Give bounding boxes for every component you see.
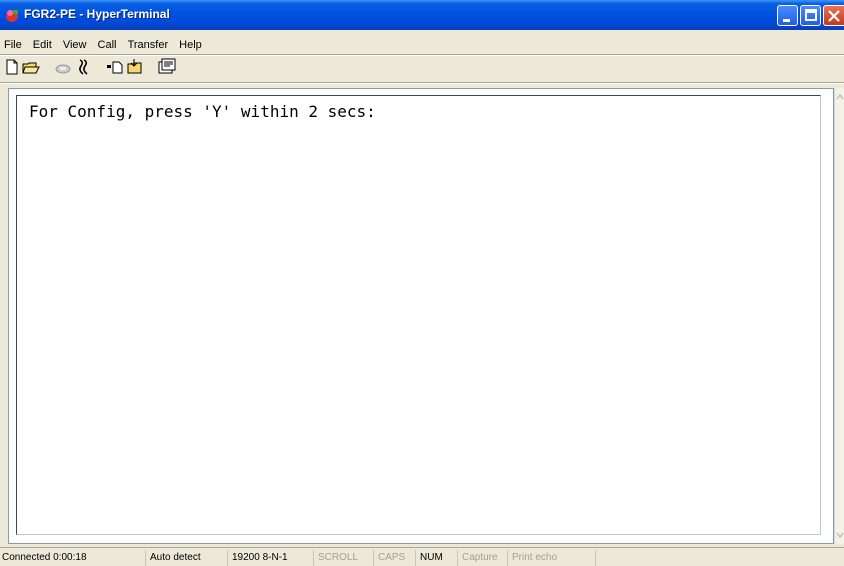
- send-button[interactable]: [106, 58, 124, 76]
- menu-file[interactable]: File: [0, 37, 26, 53]
- status-capture: Capture: [460, 550, 508, 566]
- terminal-window[interactable]: For Config, press 'Y' within 2 secs:: [16, 95, 821, 535]
- status-connected: Connected 0:00:18: [0, 550, 146, 566]
- menu-call[interactable]: Call: [94, 37, 121, 53]
- vertical-scrollbar[interactable]: [834, 88, 844, 544]
- call-button[interactable]: [54, 58, 72, 76]
- new-button[interactable]: [4, 58, 22, 76]
- status-scroll: SCROLL: [316, 550, 374, 566]
- menu-view[interactable]: View: [59, 37, 91, 53]
- menu-transfer[interactable]: Transfer: [124, 37, 173, 53]
- maximize-icon: [805, 9, 817, 21]
- scroll-up-icon[interactable]: [835, 90, 844, 104]
- open-button[interactable]: [22, 58, 40, 76]
- receive-icon: [127, 59, 142, 74]
- window-title: FGR2-PE - HyperTerminal: [24, 7, 170, 21]
- close-button[interactable]: [823, 5, 844, 26]
- title-bar[interactable]: FGR2-PE - HyperTerminal: [0, 0, 844, 30]
- close-icon: [828, 10, 840, 22]
- hyperterminal-app-icon[interactable]: [4, 7, 20, 23]
- disconnect-icon: [79, 59, 88, 75]
- status-num: NUM: [418, 550, 458, 566]
- scroll-down-icon[interactable]: [835, 528, 844, 542]
- properties-icon: [158, 58, 176, 74]
- disconnect-button[interactable]: [74, 58, 92, 76]
- status-detect: Auto detect: [148, 550, 228, 566]
- new-document-icon: [6, 59, 18, 75]
- status-caps: CAPS: [376, 550, 416, 566]
- menu-bar: File Edit View Call Transfer Help: [0, 37, 206, 53]
- menu-edit[interactable]: Edit: [29, 37, 56, 53]
- send-icon: [107, 61, 123, 74]
- status-print-echo: Print echo: [510, 550, 596, 566]
- status-bar: Connected 0:00:18 Auto detect 19200 8-N-…: [0, 547, 844, 566]
- properties-button[interactable]: [158, 58, 176, 76]
- toolbar-separator: [0, 82, 844, 84]
- receive-button[interactable]: [126, 58, 144, 76]
- toolbar: [0, 58, 844, 82]
- terminal-output: For Config, press 'Y' within 2 secs:: [29, 102, 376, 121]
- menu-separator: [0, 54, 844, 56]
- open-folder-icon: [22, 62, 40, 74]
- menu-help[interactable]: Help: [175, 37, 206, 53]
- status-settings: 19200 8-N-1: [230, 550, 314, 566]
- maximize-button[interactable]: [800, 5, 821, 26]
- phone-icon: [55, 64, 71, 74]
- minimize-icon: [783, 19, 790, 22]
- minimize-button[interactable]: [777, 5, 798, 26]
